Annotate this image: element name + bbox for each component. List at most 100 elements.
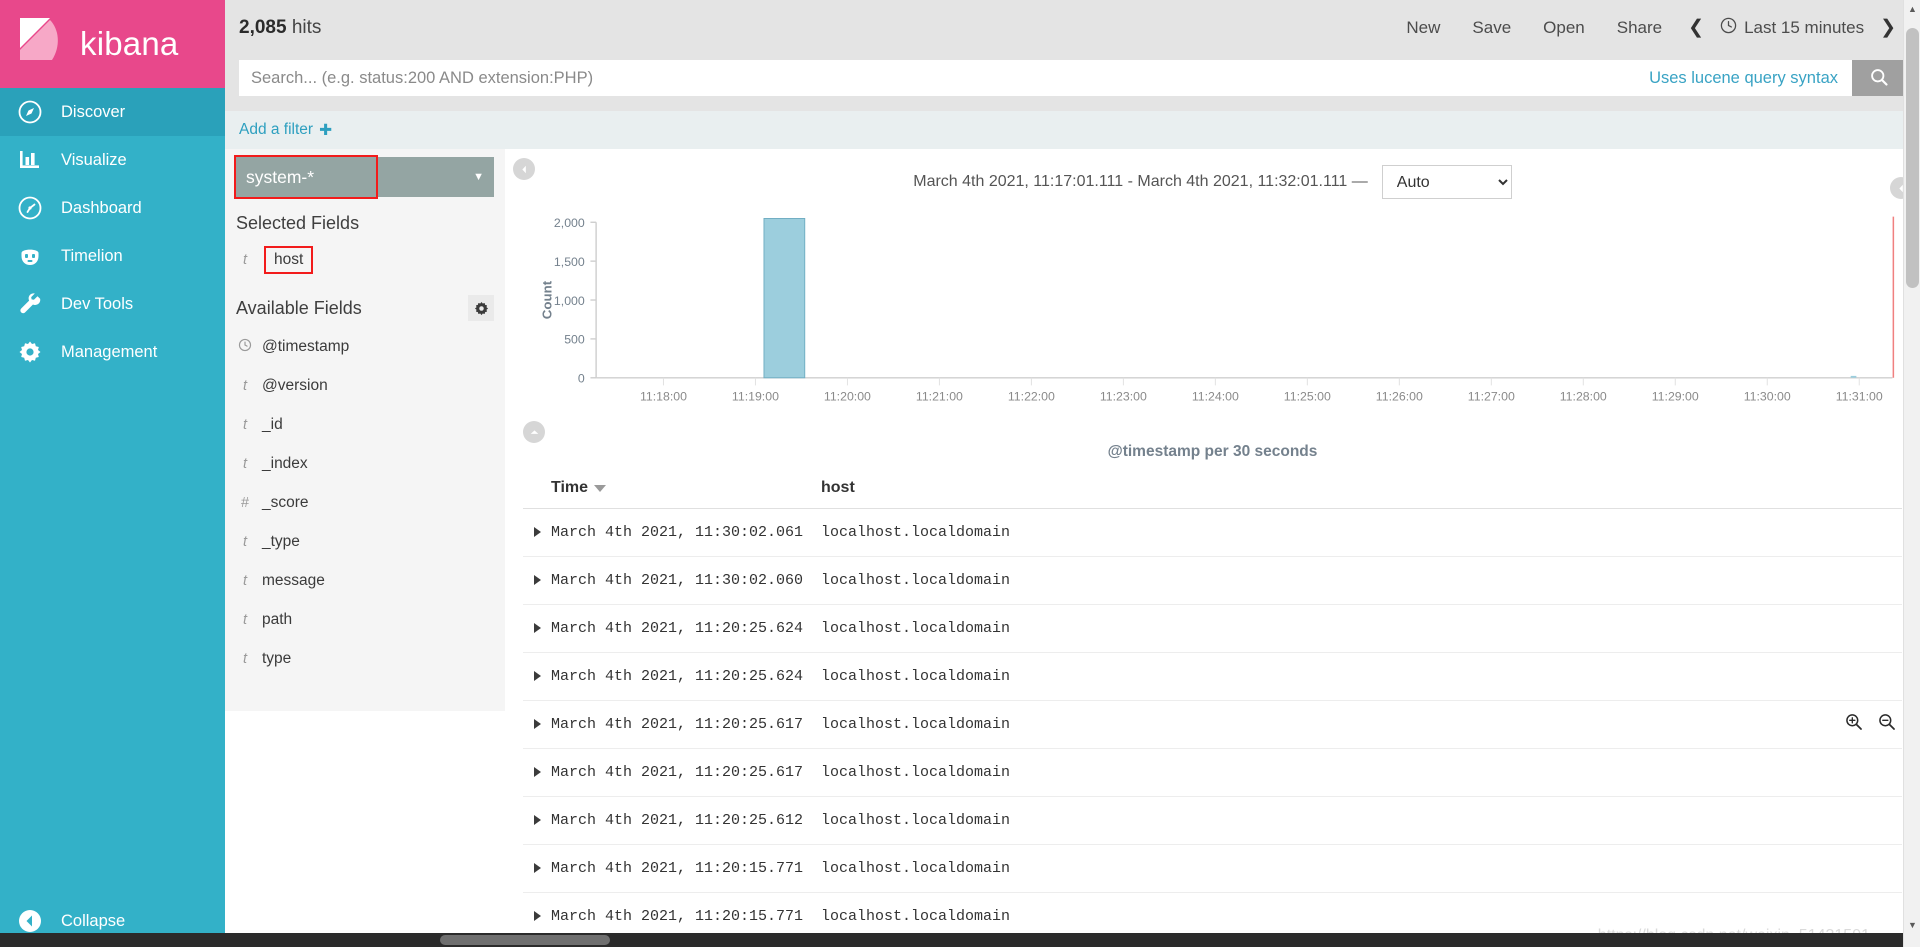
available-field-message[interactable]: t message	[225, 561, 505, 600]
available-field-version[interactable]: t @version	[225, 366, 505, 405]
field-label: message	[262, 571, 325, 589]
available-field-index[interactable]: t _index	[225, 444, 505, 483]
scroll-up-arrow-icon[interactable]: ▲	[1904, 0, 1920, 17]
time-picker-button[interactable]: Last 15 minutes	[1714, 17, 1870, 39]
field-label: _score	[262, 493, 309, 511]
hits-label: hits	[291, 16, 322, 38]
available-field-timestamp[interactable]: @timestamp	[225, 327, 505, 366]
index-pattern-selector[interactable]: system-* ▼	[236, 157, 494, 197]
collapse-sidebar-chip-button[interactable]	[513, 158, 535, 180]
table-row[interactable]: March 4th 2021, 11:20:25.624 localhost.l…	[523, 653, 1902, 701]
available-field-type[interactable]: t type	[225, 639, 505, 678]
sidebar-item-label: Dashboard	[61, 198, 142, 217]
sidebar-item-dev-tools[interactable]: Dev Tools	[0, 280, 225, 328]
histogram-chart[interactable]: 0 500 1,000 1,500 2,000 Count 11:18:00 1…	[525, 209, 1900, 437]
column-header-host[interactable]: host	[821, 479, 855, 497]
add-filter-label: Add a filter	[239, 121, 314, 138]
available-field-type-meta[interactable]: t _type	[225, 522, 505, 561]
table-row[interactable]: March 4th 2021, 11:20:25.617 localhost.l…	[523, 749, 1902, 797]
expand-row-button[interactable]	[523, 767, 551, 778]
sidebar-item-management[interactable]: Management	[0, 328, 225, 376]
svg-text:11:31:00: 11:31:00	[1836, 390, 1883, 404]
expand-row-button[interactable]	[523, 911, 551, 922]
sidebar-item-visualize[interactable]: Visualize	[0, 136, 225, 184]
sidebar-item-discover[interactable]: Discover	[0, 88, 225, 136]
query-input-wrapper: Uses lucene query syntax	[239, 60, 1906, 96]
open-button[interactable]: Open	[1527, 0, 1601, 55]
interval-select[interactable]: Auto	[1381, 165, 1512, 199]
vertical-scrollbar-thumb[interactable]	[1906, 28, 1919, 288]
table-row[interactable]: March 4th 2021, 11:20:25.612 localhost.l…	[523, 797, 1902, 845]
page-vertical-scrollbar[interactable]: ▲ ▼	[1903, 0, 1920, 947]
field-settings-gear-icon[interactable]	[468, 295, 494, 321]
expand-row-button[interactable]	[523, 575, 551, 586]
top-bar: 2,085 hits New Save Open Share ❮ Last 15…	[225, 0, 1920, 55]
wrench-icon	[17, 291, 43, 317]
table-row[interactable]: March 4th 2021, 11:20:25.624 localhost.l…	[523, 605, 1902, 653]
column-header-time[interactable]: Time	[551, 479, 821, 497]
expand-row-button[interactable]	[523, 527, 551, 538]
available-field-path[interactable]: t path	[225, 600, 505, 639]
kibana-brand[interactable]: kibana	[0, 0, 225, 88]
row-zoom-controls	[1844, 712, 1896, 736]
time-prev-button[interactable]: ❮	[1678, 0, 1714, 55]
svg-text:11:19:00: 11:19:00	[732, 390, 779, 404]
cell-time: March 4th 2021, 11:20:15.771	[551, 859, 804, 877]
expand-triangle-icon	[533, 719, 541, 730]
scroll-down-arrow-icon[interactable]: ▼	[1904, 916, 1920, 933]
cell-host: localhost.localdomain	[821, 619, 1011, 637]
expand-row-button[interactable]	[523, 815, 551, 826]
expand-row-button[interactable]	[523, 623, 551, 634]
time-next-button[interactable]: ❯	[1870, 0, 1906, 55]
cell-time: March 4th 2021, 11:20:25.612	[551, 811, 804, 829]
save-button[interactable]: Save	[1456, 0, 1527, 55]
horizontal-scrollbar-thumb[interactable]	[440, 935, 610, 945]
chart-time-range-label: March 4th 2021, 11:17:01.111 - March 4th…	[913, 173, 1368, 190]
sidebar-item-label: Dev Tools	[61, 294, 134, 313]
page-horizontal-scrollbar[interactable]	[0, 933, 1903, 947]
time-range-label: Last 15 minutes	[1744, 17, 1865, 37]
selected-fields-title: Selected Fields	[236, 213, 360, 233]
table-row[interactable]: March 4th 2021, 11:20:15.771 localhost.l…	[523, 845, 1902, 893]
field-type-string-icon: t	[242, 650, 248, 667]
sidebar-item-timelion[interactable]: Timelion	[0, 232, 225, 280]
cell-host: localhost.localdomain	[821, 571, 1011, 589]
add-filter-button[interactable]: Add a filter ✚	[239, 121, 332, 140]
table-row[interactable]: March 4th 2021, 11:30:02.060 localhost.l…	[523, 557, 1902, 605]
sidebar-item-label: Management	[61, 342, 158, 361]
expand-row-button[interactable]	[523, 719, 551, 730]
histogram-svg: 0 500 1,000 1,500 2,000 Count 11:18:00 1…	[540, 216, 1895, 404]
svg-text:11:25:00: 11:25:00	[1284, 390, 1331, 404]
share-button[interactable]: Share	[1601, 0, 1678, 55]
sidebar-item-dashboard[interactable]: Dashboard	[0, 184, 225, 232]
svg-text:11:22:00: 11:22:00	[1008, 390, 1055, 404]
cell-time: March 4th 2021, 11:20:15.771	[551, 907, 804, 925]
table-row[interactable]: March 4th 2021, 11:30:02.061 localhost.l…	[523, 509, 1902, 557]
query-bar: Uses lucene query syntax	[225, 55, 1920, 111]
expand-triangle-icon	[533, 671, 541, 682]
zoom-in-icon[interactable]	[1844, 712, 1863, 736]
expand-row-button[interactable]	[523, 671, 551, 682]
selected-field-host[interactable]: t host	[225, 240, 505, 279]
zoom-out-icon[interactable]	[1877, 712, 1896, 736]
search-input[interactable]	[239, 60, 1636, 96]
available-field-id[interactable]: t _id	[225, 405, 505, 444]
search-submit-button[interactable]	[1852, 60, 1906, 96]
field-label: @timestamp	[262, 337, 350, 355]
available-fields-header: Available Fields	[225, 279, 505, 327]
new-button[interactable]: New	[1390, 0, 1456, 55]
lucene-syntax-hint[interactable]: Uses lucene query syntax	[1635, 69, 1852, 88]
expand-row-button[interactable]	[523, 863, 551, 874]
available-field-score[interactable]: # _score	[225, 483, 505, 522]
bar-chart-icon	[17, 147, 43, 173]
sort-caret-down-icon[interactable]	[594, 484, 607, 492]
svg-text:1,500: 1,500	[554, 255, 585, 269]
field-type-number-icon: #	[240, 494, 250, 511]
global-nav-sidebar: kibana Discover Visualize Dashboard Time…	[0, 0, 225, 947]
selected-field-label: host	[264, 245, 314, 274]
clock-icon	[1720, 17, 1737, 39]
chart-collapse-chip-button[interactable]	[523, 421, 545, 443]
field-label: _id	[262, 415, 283, 433]
table-row[interactable]: March 4th 2021, 11:20:25.617 localhost.l…	[523, 701, 1902, 749]
gear-icon	[17, 339, 43, 365]
